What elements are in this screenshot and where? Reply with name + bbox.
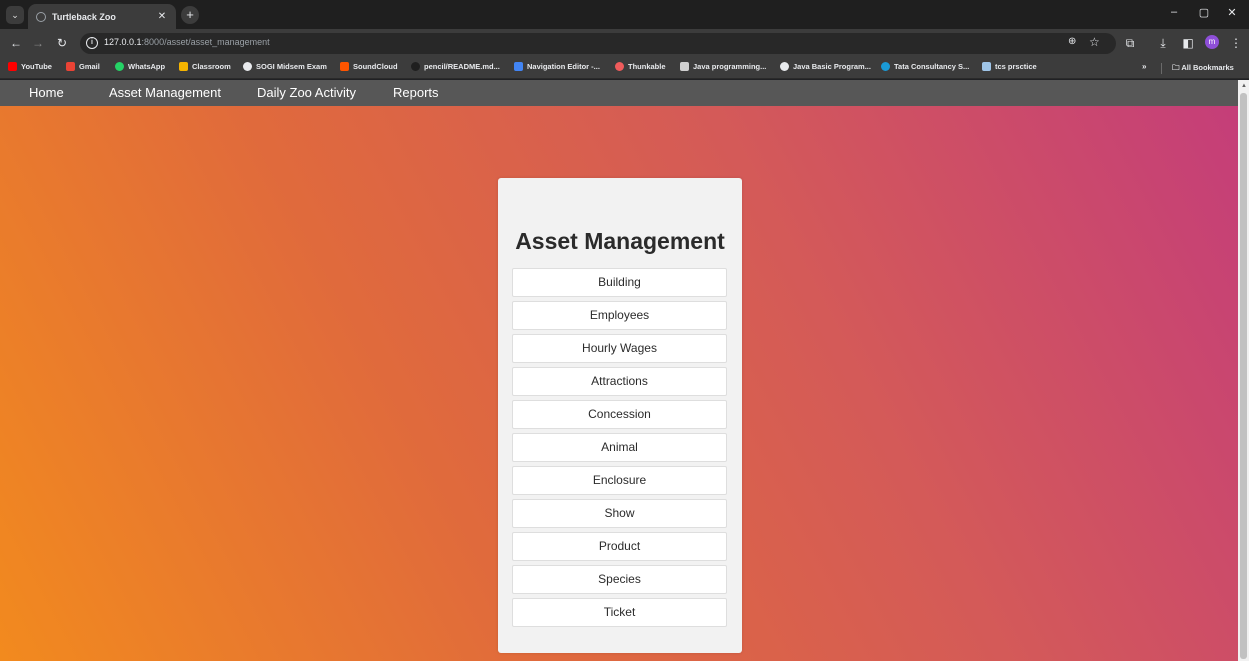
animal-button[interactable]: Animal — [512, 433, 727, 462]
product-button[interactable]: Product — [512, 532, 727, 561]
hourly-wages-button[interactable]: Hourly Wages — [512, 334, 727, 363]
side-panel-icon[interactable]: ◧ — [1180, 35, 1196, 51]
nav-home[interactable]: Home — [29, 85, 64, 100]
nav-asset-management[interactable]: Asset Management — [109, 85, 221, 100]
restore-icon[interactable]: ▢ — [1194, 6, 1214, 19]
show-button[interactable]: Show — [512, 499, 727, 528]
all-bookmarks[interactable]: 🗀 All Bookmarks — [1172, 62, 1234, 75]
downloads-icon[interactable]: ⤓ — [1155, 35, 1171, 51]
extensions-icon[interactable]: ⧉ — [1122, 35, 1138, 51]
bookmark-gmail[interactable]: Gmail — [66, 62, 100, 71]
building-button[interactable]: Building — [512, 268, 727, 297]
bookmark-java-basic[interactable]: Java Basic Program... — [780, 62, 871, 71]
nav-reports[interactable]: Reports — [393, 85, 439, 100]
species-button[interactable]: Species — [512, 565, 727, 594]
bookmark-tcs-prsctice[interactable]: tcs prsctice — [982, 62, 1037, 71]
close-window-icon[interactable]: ✕ — [1222, 6, 1242, 19]
classroom-icon — [179, 62, 188, 71]
bookmarks-divider — [1161, 63, 1162, 74]
bookmark-sogi[interactable]: SOGI Midsem Exam — [243, 62, 327, 71]
employees-button[interactable]: Employees — [512, 301, 727, 330]
whatsapp-icon — [115, 62, 124, 71]
tab-strip: ⌄ Turtleback Zoo ✕ + – ▢ ✕ — [0, 0, 1249, 29]
new-tab-icon[interactable]: + — [181, 6, 199, 24]
minimize-icon[interactable]: – — [1164, 6, 1184, 18]
bookmark-java-programming[interactable]: Java programming... — [680, 62, 766, 71]
github-icon — [411, 62, 420, 71]
bookmark-soundcloud[interactable]: SoundCloud — [340, 62, 398, 71]
page-scrollbar[interactable]: ▲ — [1238, 80, 1249, 661]
bookmark-navigation-editor[interactable]: Navigation Editor -... — [514, 62, 600, 71]
tab-close-icon[interactable]: ✕ — [156, 11, 168, 22]
bookmark-classroom[interactable]: Classroom — [179, 62, 231, 71]
bookmark-thunkable[interactable]: Thunkable — [615, 62, 666, 71]
concession-button[interactable]: Concession — [512, 400, 727, 429]
tab-title: Turtleback Zoo — [52, 11, 116, 22]
forward-arrow-icon[interactable]: → — [30, 35, 46, 51]
zoom-icon[interactable]: ⊕ — [1068, 36, 1076, 47]
bookmark-youtube[interactable]: YouTube — [8, 62, 52, 71]
folder-icon: 🗀 — [1172, 63, 1182, 72]
doc-icon — [982, 62, 991, 71]
nav-daily-zoo-activity[interactable]: Daily Zoo Activity — [257, 85, 356, 100]
panel-title: Asset Management — [515, 228, 725, 254]
tab-favicon-icon — [36, 11, 46, 22]
java-icon — [680, 62, 689, 71]
thunkable-icon — [615, 62, 624, 71]
enclosure-button[interactable]: Enclosure — [512, 466, 727, 495]
gmail-icon — [66, 62, 75, 71]
bookmark-tcs[interactable]: Tata Consultancy S... — [881, 62, 969, 71]
scrollbar-thumb[interactable] — [1240, 93, 1247, 659]
bookmark-star-icon[interactable]: ☆ — [1089, 35, 1100, 49]
bookmarks-bar: YouTube Gmail WhatsApp Classroom SOGI Mi… — [0, 58, 1249, 79]
browser-tab[interactable]: Turtleback Zoo ✕ — [28, 4, 176, 29]
globe-icon — [243, 62, 252, 71]
globe-icon — [780, 62, 789, 71]
attractions-button[interactable]: Attractions — [512, 367, 727, 396]
bookmark-github[interactable]: pencil/README.md... — [411, 62, 500, 71]
site-info-icon[interactable]: i — [86, 37, 98, 49]
bookmarks-overflow-icon[interactable]: » — [1142, 62, 1146, 71]
site-navbar: Home Asset Management Daily Zoo Activity… — [0, 80, 1238, 106]
address-bar[interactable]: i 127.0.0.1:8000/asset/asset_management … — [80, 33, 1116, 54]
ticket-button[interactable]: Ticket — [512, 598, 727, 627]
profile-avatar[interactable]: m — [1205, 35, 1219, 49]
menu-kebab-icon[interactable]: ⋮ — [1228, 35, 1244, 51]
soundcloud-icon — [340, 62, 349, 71]
back-arrow-icon[interactable]: ← — [8, 35, 24, 51]
url-text[interactable]: 127.0.0.1:8000/asset/asset_management — [104, 37, 270, 47]
asset-management-panel: Asset Management Building Employees Hour… — [498, 178, 742, 653]
scroll-up-icon[interactable]: ▲ — [1241, 83, 1247, 89]
bookmark-whatsapp[interactable]: WhatsApp — [115, 62, 165, 71]
page-viewport: Home Asset Management Daily Zoo Activity… — [0, 80, 1238, 661]
tcs-icon — [881, 62, 890, 71]
youtube-icon — [8, 62, 17, 71]
reload-icon[interactable]: ↻ — [54, 35, 70, 51]
navigation-editor-icon — [514, 62, 523, 71]
tab-search-icon[interactable]: ⌄ — [6, 6, 24, 24]
browser-toolbar: ← → ↻ i 127.0.0.1:8000/asset/asset_manag… — [0, 29, 1249, 58]
